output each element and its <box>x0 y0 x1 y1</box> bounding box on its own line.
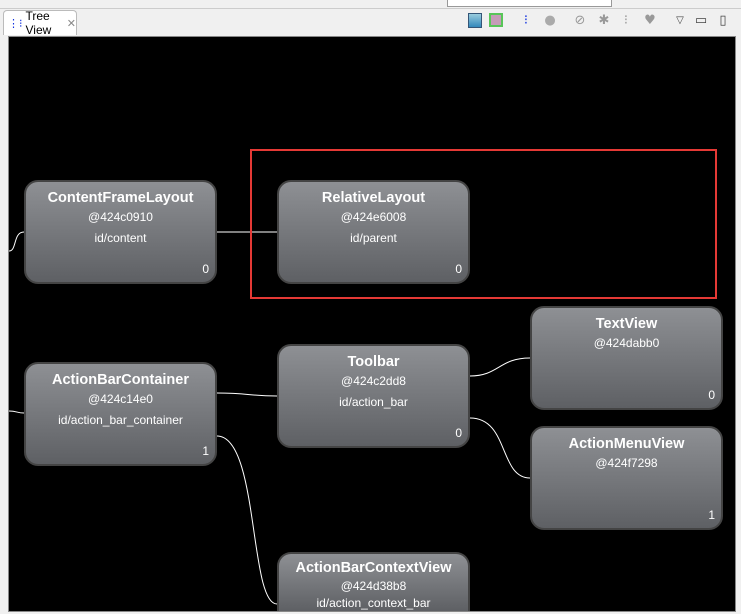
tree-canvas[interactable]: ContentFrameLayout @424c0910 id/content 0 R… <box>8 36 736 612</box>
invalidate-icon[interactable]: ⊘ <box>572 12 588 28</box>
save-icon[interactable] <box>467 12 483 28</box>
node-relativelayout[interactable]: RelativeLayout @424e6008 id/parent 0 <box>277 180 470 284</box>
node-id: id/parent <box>350 231 397 245</box>
top-strip <box>0 0 741 8</box>
profile-icon[interactable]: ♥ <box>642 12 658 28</box>
node-name: TextView <box>595 316 658 332</box>
node-hash: @424c0910 <box>88 210 153 224</box>
view-menu-icon[interactable]: ▽ <box>672 12 688 28</box>
dump-tree-icon[interactable]: ⁝ <box>618 12 634 28</box>
node-id: id/action_bar <box>339 395 408 409</box>
node-contentframelayout[interactable]: ContentFrameLayout @424c0910 id/content 0 <box>24 180 217 284</box>
node-id: id/content <box>94 231 147 245</box>
node-count: 0 <box>708 388 715 402</box>
node-hash: @424d38b8 <box>340 579 407 593</box>
node-toolbar[interactable]: Toolbar @424c2dd8 id/action_bar 0 <box>277 344 470 448</box>
node-hash: @424c14e0 <box>88 392 153 406</box>
top-field <box>447 0 612 7</box>
node-name: ActionMenuView <box>568 436 685 452</box>
overlay-icon[interactable] <box>488 12 504 28</box>
node-id: id/action_bar_container <box>58 413 183 427</box>
node-count: 0 <box>202 262 209 276</box>
node-hash: @424c2dd8 <box>341 374 406 388</box>
tree-view-icon: ⋮⁝ <box>8 17 23 30</box>
request-layout-icon[interactable]: ✱ <box>596 12 612 28</box>
close-icon[interactable]: ✕ <box>67 17 76 30</box>
node-hash: @424dabb0 <box>593 336 660 350</box>
tab-tree-view[interactable]: ⋮⁝ Tree View ✕ <box>3 9 77 37</box>
node-name: Toolbar <box>347 354 400 370</box>
display-view-icon[interactable]: ● <box>542 12 558 28</box>
node-hash: @424f7298 <box>595 456 658 470</box>
node-count: 1 <box>708 508 715 522</box>
node-id: id/action_context_bar <box>316 596 431 610</box>
node-actionmenuview[interactable]: ActionMenuView @424f7298 1 <box>530 426 723 530</box>
node-name: RelativeLayout <box>321 190 426 206</box>
node-actionbarcontextview[interactable]: ActionBarContextView @424d38b8 id/action_c… <box>277 552 470 611</box>
node-name: ContentFrameLayout <box>47 190 194 206</box>
node-count: 1 <box>202 444 209 458</box>
node-name: ActionBarContainer <box>52 372 189 388</box>
node-name: ActionBarContextView <box>295 560 452 576</box>
minimize-icon[interactable]: ▭ <box>693 12 709 28</box>
node-textview[interactable]: TextView @424dabb0 0 <box>530 306 723 410</box>
node-count: 0 <box>455 426 462 440</box>
node-hash: @424e6008 <box>340 210 407 224</box>
tab-label: Tree View <box>25 9 52 37</box>
node-count: 0 <box>455 262 462 276</box>
node-actionbarcontainer[interactable]: ActionBarContainer @424c14e0 id/action_bar… <box>24 362 217 466</box>
maximize-icon[interactable]: ▯ <box>715 12 731 28</box>
load-hierarchy-icon[interactable]: ⁝ <box>518 12 534 28</box>
